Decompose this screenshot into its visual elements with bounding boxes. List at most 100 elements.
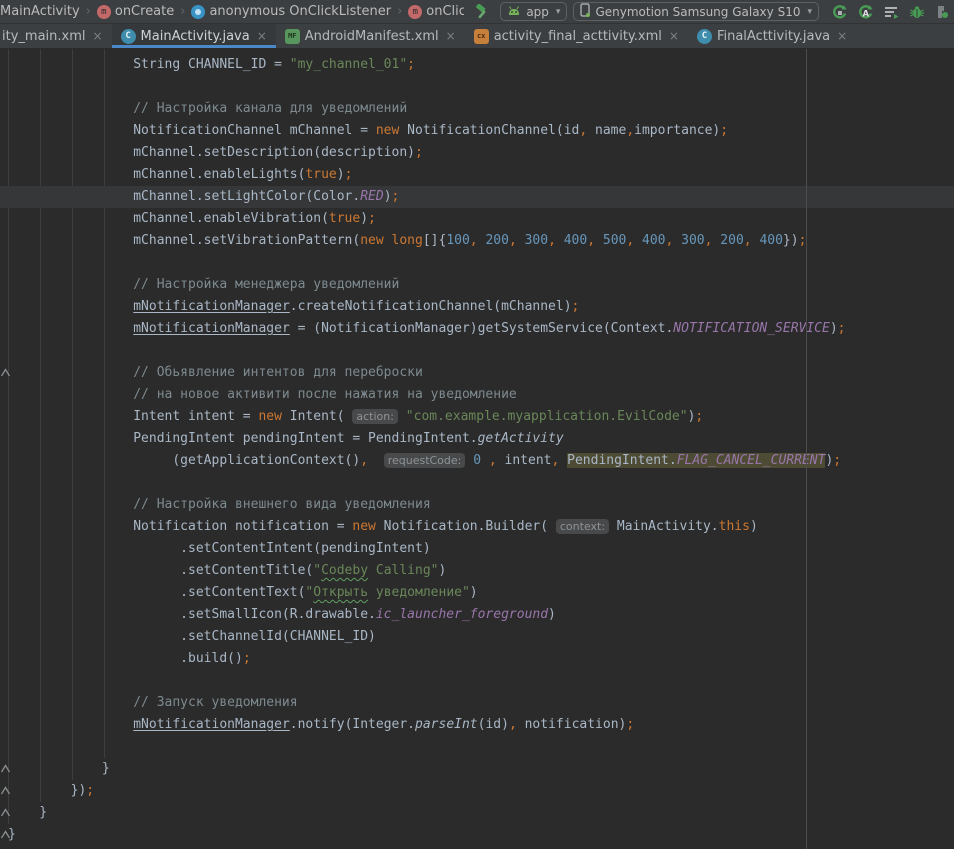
code-token: ) bbox=[360, 211, 368, 226]
breadcrumb-item[interactable]: monCreate bbox=[97, 4, 174, 19]
editor-tab[interactable]: cxactivity_final_acttivity.xml× bbox=[465, 24, 688, 48]
code-line[interactable]: .setContentText("Открыть уведомление") bbox=[0, 582, 954, 604]
code-line[interactable]: // Настройка внешнего вида уведомления bbox=[0, 494, 954, 516]
code-token: ) bbox=[548, 607, 556, 622]
code-token: 400 bbox=[642, 233, 665, 248]
breadcrumb-item[interactable]: MainActivity bbox=[0, 4, 80, 19]
code-line[interactable]: // Настройка канала для уведомлений bbox=[0, 98, 954, 120]
code-line[interactable] bbox=[0, 252, 954, 274]
close-tab-icon[interactable]: × bbox=[446, 29, 456, 43]
code-line[interactable]: mNotificationManager.createNotificationC… bbox=[0, 296, 954, 318]
manifest-file-icon: MF bbox=[285, 29, 300, 44]
run-tasks-icon[interactable] bbox=[883, 4, 900, 20]
code-token bbox=[384, 233, 392, 248]
breadcrumb-item[interactable]: monClick bbox=[408, 4, 464, 19]
device-select[interactable]: Genymotion Samsung Galaxy S10 ▾ bbox=[573, 2, 819, 21]
close-tab-icon[interactable]: × bbox=[669, 29, 679, 43]
close-tab-icon[interactable]: × bbox=[257, 29, 267, 43]
code-token: 400 bbox=[564, 233, 587, 248]
code-token: } bbox=[8, 761, 110, 776]
code-line[interactable]: mChannel.setDescription(description); bbox=[0, 142, 954, 164]
java-class-file-icon: C bbox=[697, 29, 712, 44]
code-line[interactable]: mChannel.enableLights(true); bbox=[0, 164, 954, 186]
breadcrumb-separator-icon: › bbox=[180, 4, 185, 19]
code-token bbox=[559, 453, 567, 468]
code-token: ) bbox=[384, 189, 392, 204]
code-token: String CHANNEL_ID = bbox=[8, 57, 290, 72]
code-token: " bbox=[313, 563, 321, 578]
code-token: long bbox=[392, 233, 423, 248]
attach-debugger-icon[interactable] bbox=[934, 4, 950, 20]
close-tab-icon[interactable]: × bbox=[837, 29, 847, 43]
code-line[interactable]: } bbox=[0, 802, 954, 824]
code-token: Intent( bbox=[282, 409, 352, 424]
code-line[interactable]: (getApplicationContext(), requestCode: 0… bbox=[0, 450, 954, 472]
code-editor[interactable]: String CHANNEL_ID = "my_channel_01"; // … bbox=[0, 49, 954, 849]
code-token: NotificationChannel(id bbox=[399, 123, 579, 138]
editor-tab[interactable]: ity_main.xml× bbox=[0, 24, 112, 48]
code-line[interactable]: PendingIntent pendingIntent = PendingInt… bbox=[0, 428, 954, 450]
code-token: Notification.Builder( bbox=[376, 519, 556, 534]
breadcrumb-item[interactable]: anonymous OnClickListener bbox=[191, 4, 391, 19]
code-line[interactable]: .setContentTitle("Codeby Calling") bbox=[0, 560, 954, 582]
code-line[interactable] bbox=[0, 472, 954, 494]
code-token: Notification notification = bbox=[8, 519, 352, 534]
code-token: ; bbox=[838, 321, 846, 336]
fold-marker-icon[interactable] bbox=[0, 764, 11, 773]
code-token: mNotificationManager bbox=[133, 299, 290, 314]
code-token: 300 bbox=[681, 233, 704, 248]
code-token: parseInt bbox=[415, 717, 478, 732]
code-line[interactable]: // на новое активити после нажатия на ув… bbox=[0, 384, 954, 406]
editor-tab[interactable]: MFAndroidManifest.xml× bbox=[276, 24, 465, 48]
code-token: , bbox=[587, 233, 595, 248]
code-line[interactable]: .setContentIntent(pendingIntent) bbox=[0, 538, 954, 560]
code-line[interactable] bbox=[0, 340, 954, 362]
code-line[interactable]: } bbox=[0, 758, 954, 780]
code-token: mNotificationManager bbox=[133, 321, 290, 336]
right-margin-guide bbox=[806, 49, 807, 849]
debug-icon[interactable] bbox=[909, 4, 925, 20]
code-token: new bbox=[376, 123, 399, 138]
code-token: mChannel.enableLights( bbox=[8, 167, 305, 182]
code-line[interactable]: .build(); bbox=[0, 648, 954, 670]
close-tab-icon[interactable]: × bbox=[92, 29, 102, 43]
apply-code-changes-icon[interactable]: A bbox=[857, 4, 874, 20]
code-line[interactable]: NotificationChannel mChannel = new Notif… bbox=[0, 120, 954, 142]
fold-marker-icon[interactable] bbox=[0, 786, 11, 795]
code-line[interactable]: // Обьявление интентов для переброски bbox=[0, 362, 954, 384]
code-line[interactable]: Intent intent = new Intent( action: "com… bbox=[0, 406, 954, 428]
code-line[interactable]: // Запуск уведомления bbox=[0, 692, 954, 714]
method-icon: m bbox=[97, 5, 111, 19]
editor-tab[interactable]: CMainActivity.java× bbox=[112, 24, 276, 48]
code-token bbox=[481, 453, 489, 468]
code-line[interactable]: // Настройка менеджера уведомлений bbox=[0, 274, 954, 296]
code-line[interactable]: mChannel.enableVibration(true); bbox=[0, 208, 954, 230]
code-token: (id) bbox=[478, 717, 509, 732]
code-token bbox=[556, 233, 564, 248]
tab-label: FinalActtivity.java bbox=[717, 29, 830, 44]
editor-tab[interactable]: C FinalActtivity.java × bbox=[688, 24, 856, 48]
code-line[interactable]: mNotificationManager.notify(Integer.pars… bbox=[0, 714, 954, 736]
fold-marker-icon[interactable] bbox=[0, 830, 11, 839]
code-line[interactable]: mChannel.setLightColor(Color.RED); bbox=[0, 186, 954, 208]
code-line[interactable] bbox=[0, 76, 954, 98]
code-token: , bbox=[509, 717, 517, 732]
run-configuration-select[interactable]: app ▾ bbox=[500, 2, 567, 21]
code-line[interactable]: .setSmallIcon(R.drawable.ic_launcher_for… bbox=[0, 604, 954, 626]
tab-label: MainActivity.java bbox=[141, 29, 250, 44]
code-token: ; bbox=[243, 651, 251, 666]
fold-marker-icon[interactable] bbox=[0, 808, 11, 817]
code-line[interactable] bbox=[0, 736, 954, 758]
code-line[interactable]: } bbox=[0, 824, 954, 846]
code-line[interactable]: }); bbox=[0, 780, 954, 802]
apply-changes-icon[interactable] bbox=[831, 4, 848, 20]
code-line[interactable]: String CHANNEL_ID = "my_channel_01"; bbox=[0, 54, 954, 76]
fold-marker-icon[interactable] bbox=[0, 368, 11, 377]
code-line[interactable] bbox=[0, 670, 954, 692]
code-line[interactable]: mNotificationManager = (NotificationMana… bbox=[0, 318, 954, 340]
build-hammer-icon[interactable] bbox=[474, 4, 490, 20]
code-line[interactable]: mChannel.setVibrationPattern(new long[]{… bbox=[0, 230, 954, 252]
code-token bbox=[517, 233, 525, 248]
code-line[interactable]: .setChannelId(CHANNEL_ID) bbox=[0, 626, 954, 648]
code-line[interactable]: Notification notification = new Notifica… bbox=[0, 516, 954, 538]
